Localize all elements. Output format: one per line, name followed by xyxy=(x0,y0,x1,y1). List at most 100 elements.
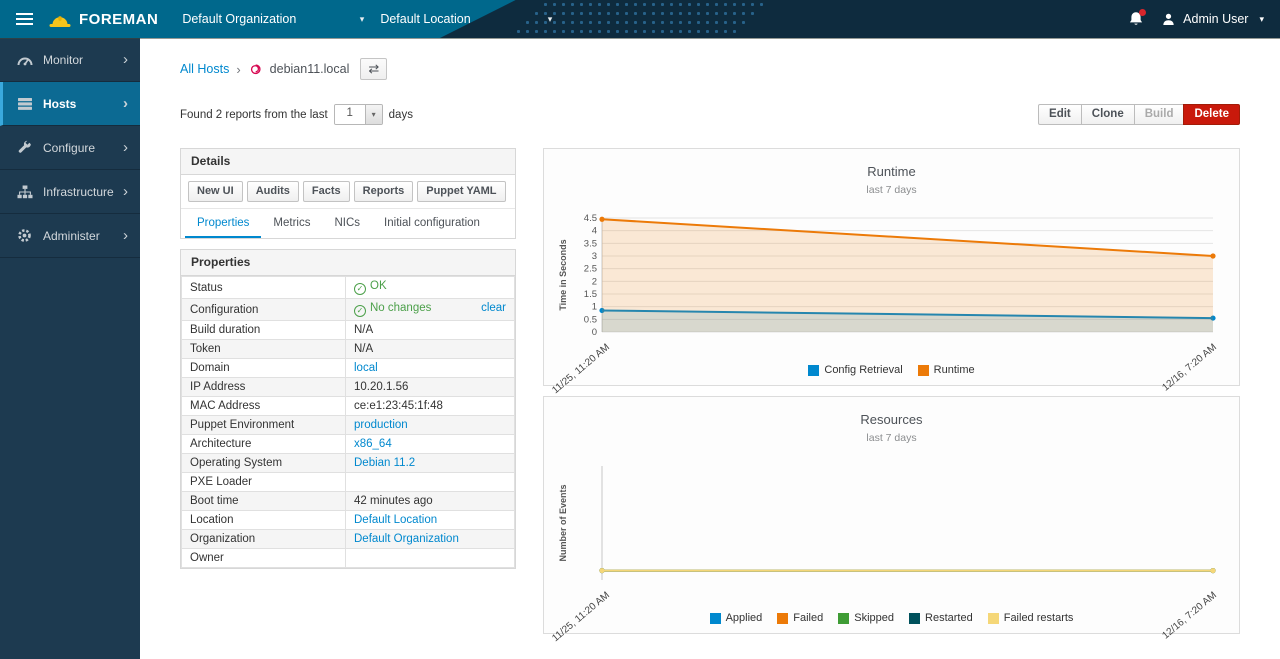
breadcrumb-separator: › xyxy=(236,62,240,77)
host-switcher-button[interactable]: ⇄ xyxy=(360,58,387,80)
sidebar-item-monitor[interactable]: Monitor › xyxy=(0,38,140,82)
table-row: Build durationN/A xyxy=(182,321,515,340)
legend-item[interactable]: Failed xyxy=(777,612,823,624)
foreman-app: FOREMAN Default Organization ▾ Default L… xyxy=(0,0,1280,659)
report-count-text: Found 2 reports from the last xyxy=(180,109,328,121)
debian-os-icon xyxy=(248,62,263,77)
property-link[interactable]: Debian 11.2 xyxy=(354,457,415,469)
sidebar-item-label: Monitor xyxy=(43,53,83,67)
new-ui-button[interactable]: New UI xyxy=(188,181,243,202)
property-link[interactable]: local xyxy=(354,362,378,374)
breadcrumb-current-host: debian11.local xyxy=(270,62,350,76)
svg-text:4: 4 xyxy=(592,226,597,237)
svg-text:3.5: 3.5 xyxy=(584,238,597,249)
audits-button[interactable]: Audits xyxy=(247,181,299,202)
menu-toggle-icon[interactable] xyxy=(14,6,35,32)
location-dropdown[interactable]: Default Location ▾ xyxy=(380,12,552,26)
property-value: ce:e1:23:45:1f:48 xyxy=(354,400,443,412)
tab-properties[interactable]: Properties xyxy=(185,209,261,238)
property-label: Status xyxy=(182,277,346,299)
property-label: PXE Loader xyxy=(182,473,346,492)
legend-item[interactable]: Applied xyxy=(710,612,763,624)
chevron-down-icon: ▾ xyxy=(548,14,553,25)
build-button[interactable]: Build xyxy=(1134,104,1185,125)
chevron-down-icon: ▾ xyxy=(360,14,365,25)
foreman-hardhat-logo-icon xyxy=(48,10,72,29)
switch-host-icon: ⇄ xyxy=(368,61,379,76)
puppet-yaml-button[interactable]: Puppet YAML xyxy=(417,181,505,202)
legend-item[interactable]: Runtime xyxy=(918,364,975,376)
chart-title: Resources xyxy=(556,412,1227,427)
tab-metrics[interactable]: Metrics xyxy=(261,209,322,238)
sidebar-item-configure[interactable]: Configure› xyxy=(0,126,140,170)
details-tabs: PropertiesMetricsNICsInitial configurati… xyxy=(181,209,515,238)
gauge-icon xyxy=(17,53,34,67)
legend-item[interactable]: Failed restarts xyxy=(988,612,1074,624)
user-menu[interactable]: Admin User ▾ xyxy=(1161,12,1264,27)
property-label: Boot time xyxy=(182,492,346,511)
property-label: IP Address xyxy=(182,378,346,397)
property-value: 42 minutes ago xyxy=(354,495,433,507)
table-row: Owner xyxy=(182,549,515,568)
properties-panel: Properties Status✓OKConfiguration✓No cha… xyxy=(180,249,516,569)
user-avatar-icon xyxy=(1161,12,1176,27)
org-dropdown[interactable]: Default Organization ▾ xyxy=(182,12,364,26)
sidebar-item-administer[interactable]: Administer › xyxy=(0,214,140,258)
property-value: 10.20.1.56 xyxy=(354,381,408,393)
legend-item[interactable]: Config Retrieval xyxy=(808,364,902,376)
table-row: Architecturex86_64 xyxy=(182,435,515,454)
sidebar-item-label: Infrastructure xyxy=(43,185,114,199)
reports-button[interactable]: Reports xyxy=(354,181,414,202)
tab-nics[interactable]: NICs xyxy=(322,209,372,238)
chart-subtitle: last 7 days xyxy=(556,184,1227,196)
property-label: Configuration xyxy=(182,299,346,321)
days-select[interactable]: 1 ▾ xyxy=(334,104,383,125)
brand[interactable]: FOREMAN xyxy=(48,10,158,29)
brand-name: FOREMAN xyxy=(79,11,158,28)
clear-link[interactable]: clear xyxy=(481,302,506,314)
property-label: Domain xyxy=(182,359,346,378)
chevron-right-icon: › xyxy=(123,228,128,243)
location-dropdown-label: Default Location xyxy=(380,12,470,26)
property-label: Owner xyxy=(182,549,346,568)
details-action-buttons: New UIAuditsFactsReportsPuppet YAML xyxy=(181,175,515,209)
property-label: Build duration xyxy=(182,321,346,340)
chevron-down-icon: ▾ xyxy=(365,105,382,124)
legend-item[interactable]: Restarted xyxy=(909,612,973,624)
chevron-down-icon: ▾ xyxy=(1259,14,1264,25)
property-link[interactable]: Default Location xyxy=(354,514,437,526)
chart-canvas: 00.511.522.533.544.5Time in Seconds11/25… xyxy=(556,200,1227,368)
sitemap-icon xyxy=(17,185,34,199)
legend-item[interactable]: Skipped xyxy=(838,612,894,624)
edit-button[interactable]: Edit xyxy=(1038,104,1082,125)
table-row: LocationDefault Location xyxy=(182,511,515,530)
main-content: All Hosts › debian11.local ⇄ Found 2 rep… xyxy=(140,38,1280,659)
property-link[interactable]: production xyxy=(354,419,408,431)
delete-button[interactable]: Delete xyxy=(1183,104,1240,125)
sidebar-item-infrastructure[interactable]: Infrastructure› xyxy=(0,170,140,214)
table-row: Status✓OK xyxy=(182,277,515,299)
chart-legend: Applied Failed Skipped Restarted Failed rest… xyxy=(544,612,1239,624)
property-label: Puppet Environment xyxy=(182,416,346,435)
tab-initial-configuration[interactable]: Initial configuration xyxy=(372,209,492,238)
property-link[interactable]: x86_64 xyxy=(354,438,392,450)
table-row: Configuration✓No changesclear xyxy=(182,299,515,321)
chart-title: Runtime xyxy=(556,164,1227,179)
notifications-bell-icon[interactable] xyxy=(1128,11,1144,28)
legend-swatch xyxy=(777,613,788,624)
sidebar-item-label: Administer xyxy=(43,229,100,243)
chevron-right-icon: › xyxy=(123,52,128,67)
table-row: Operating SystemDebian 11.2 xyxy=(182,454,515,473)
clone-button[interactable]: Clone xyxy=(1081,104,1135,125)
property-link[interactable]: Default Organization xyxy=(354,533,459,545)
chart-canvas: Number of Events11/25, 11:20 AM12/16, 7:… xyxy=(556,448,1227,616)
status-value: OK xyxy=(370,280,387,292)
details-panel-title: Details xyxy=(181,149,515,175)
legend-swatch xyxy=(808,365,819,376)
sidebar-item-hosts[interactable]: Hosts› xyxy=(0,82,140,126)
details-column: Details New UIAuditsFactsReportsPuppet Y… xyxy=(180,148,516,569)
facts-button[interactable]: Facts xyxy=(303,181,350,202)
breadcrumb-all-hosts-link[interactable]: All Hosts xyxy=(180,62,229,76)
chart-subtitle: last 7 days xyxy=(556,432,1227,444)
property-value: N/A xyxy=(354,343,373,355)
